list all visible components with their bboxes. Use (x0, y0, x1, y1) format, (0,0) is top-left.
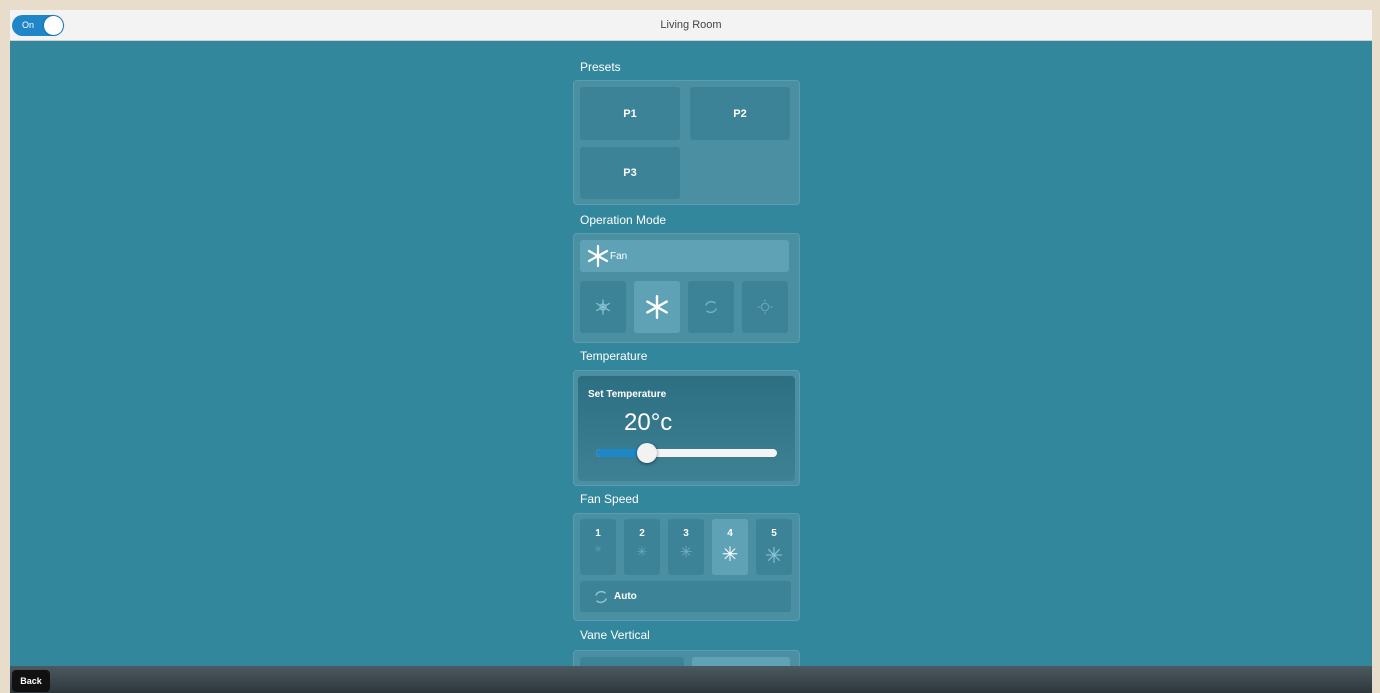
operation-mode-panel: Fan (573, 233, 800, 343)
auto-label: Auto (614, 591, 637, 602)
preset-p1-button[interactable]: P1 (580, 87, 680, 140)
slider-handle[interactable] (636, 443, 657, 463)
fan-speed-number: 4 (727, 528, 733, 539)
back-button[interactable]: Back (12, 670, 50, 692)
sun-icon (757, 299, 773, 315)
mode-fan-button[interactable] (634, 281, 680, 333)
fan-icon: ✳ (594, 544, 602, 554)
app-frame: On Living Room Presets P1 P2 P3 Operatio… (10, 10, 1372, 693)
current-mode-label: Fan (610, 250, 628, 262)
fan-speed-5-button[interactable]: 5 ✳ (756, 519, 792, 575)
fan-icon (587, 244, 609, 268)
temperature-label: Temperature (580, 349, 648, 363)
set-temperature-label: Set Temperature (588, 389, 667, 400)
set-temperature-card: Set Temperature 20°c (578, 376, 795, 481)
presets-label: Presets (580, 60, 621, 74)
fan-speed-1-button[interactable]: 1 ✳ (580, 519, 616, 575)
fan-speed-2-button[interactable]: 2 ✳ (624, 519, 660, 575)
temperature-slider[interactable] (596, 443, 777, 463)
snowflake-icon (595, 299, 611, 315)
auto-cycle-icon (595, 590, 607, 603)
vane-vertical-label: Vane Vertical (580, 628, 650, 642)
fan-icon: ✳ (721, 544, 739, 566)
operation-mode-label: Operation Mode (580, 213, 667, 227)
top-bar: On Living Room (10, 10, 1372, 41)
fan-speed-4-button[interactable]: 4 ✳ (712, 519, 748, 575)
fan-speed-number: 3 (683, 528, 689, 539)
fan-icon: ✳ (764, 543, 784, 568)
fan-speed-number: 2 (639, 528, 645, 539)
presets-panel: P1 P2 P3 (573, 80, 800, 205)
fan-speed-number: 1 (595, 528, 601, 539)
fan-speed-panel: 1 ✳ 2 ✳ 3 ✳ 4 ✳ 5 ✳ Auto (573, 513, 800, 621)
fan-icon: ✳ (636, 544, 648, 559)
current-mode-display: Fan (580, 240, 789, 272)
preset-p3-button[interactable]: P3 (580, 147, 680, 199)
mode-cool-button[interactable] (580, 281, 626, 333)
fan-icon: ✳ (679, 544, 693, 561)
fan-icon (646, 294, 668, 320)
mode-heat-button[interactable] (742, 281, 788, 333)
mode-auto-button[interactable] (688, 281, 734, 333)
fan-speed-label: Fan Speed (580, 492, 639, 506)
temperature-value: 20°c (624, 409, 673, 436)
fan-speed-auto-button[interactable]: Auto (580, 581, 791, 612)
fan-speed-3-button[interactable]: 3 ✳ (668, 519, 704, 575)
room-title: Living Room (660, 19, 722, 31)
temperature-panel: Set Temperature 20°c (573, 370, 800, 486)
preset-p2-button[interactable]: P2 (690, 87, 790, 140)
bottom-bar: Back (10, 666, 1372, 693)
auto-cycle-icon (705, 300, 717, 314)
fan-speed-number: 5 (771, 528, 777, 539)
